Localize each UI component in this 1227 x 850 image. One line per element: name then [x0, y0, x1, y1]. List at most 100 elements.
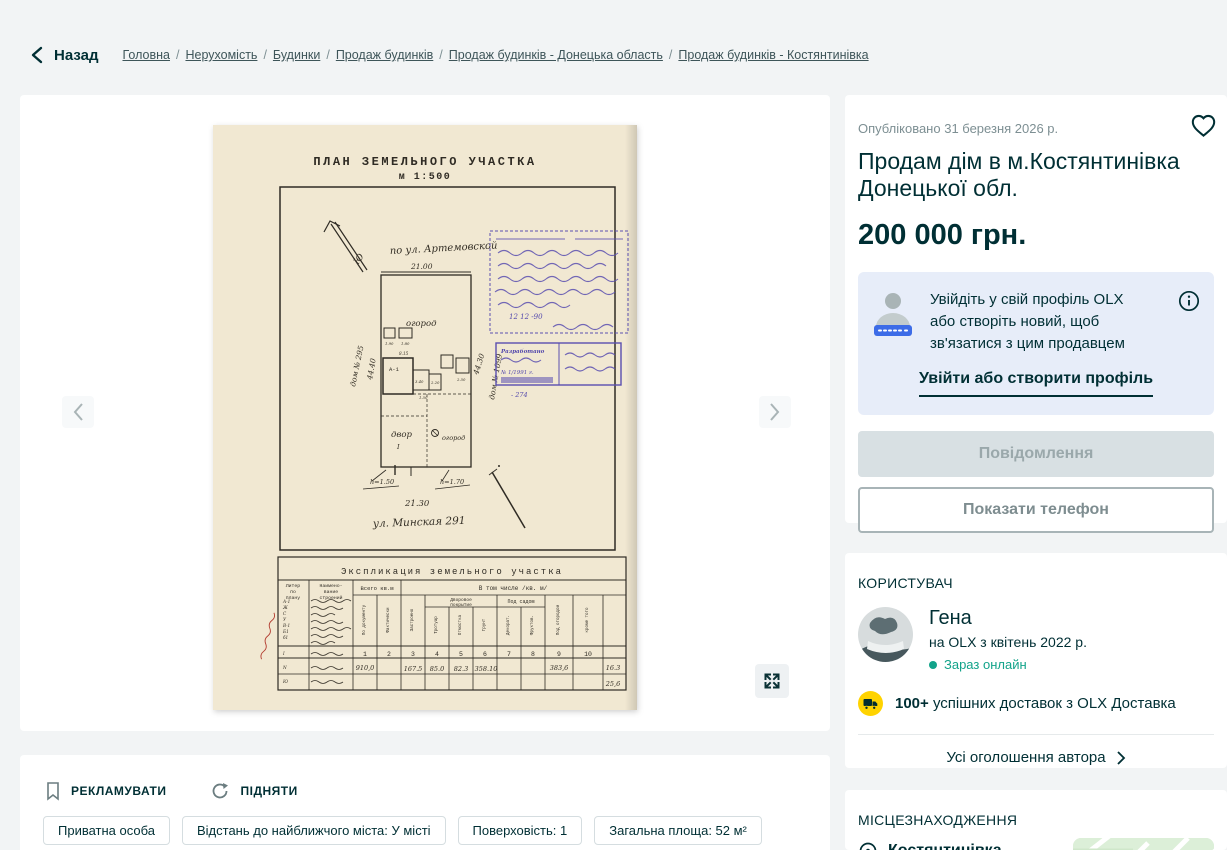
plan-num-2: 1.80: [401, 341, 410, 346]
fullscreen-button[interactable]: [755, 664, 789, 698]
map-preview[interactable]: [1073, 838, 1214, 850]
delivery-count: 100+: [895, 695, 929, 712]
yard-roman: I: [396, 443, 400, 451]
person-silhouette-icon: [872, 289, 914, 339]
seller-row: Гена на OLX з квітень 2022 р. Зараз онла…: [858, 607, 1214, 672]
table-rot-8: Под огородом: [557, 604, 561, 635]
dim-bottom: 21.30: [404, 499, 430, 509]
favorite-button[interactable]: [1190, 113, 1217, 141]
plan-num-1: 1.90: [385, 341, 394, 346]
show-phone-button[interactable]: Показати телефон: [858, 487, 1214, 533]
dim-house: 8.15: [399, 351, 409, 356]
back-label: Назад: [54, 47, 98, 64]
seller-name: Гена: [929, 607, 1087, 630]
dim-top: 21.00: [410, 262, 433, 271]
house-label: А-1: [389, 366, 400, 373]
plan-num-5: 1.50: [419, 395, 428, 400]
table-rot-0: По документу: [363, 604, 367, 635]
table-val-blind: 82.3: [454, 665, 468, 673]
all-seller-ads-link[interactable]: Усі оголошення автора: [845, 749, 1227, 766]
table-col-name-2: вание: [324, 590, 339, 595]
table-col-total: Всего кв.м: [360, 585, 394, 592]
table-val-garden: 383,6: [550, 664, 569, 672]
plan-num-6: 2.50: [456, 377, 466, 382]
breadcrumb-separator: /: [176, 48, 179, 62]
breadcrumb-link-house-sale[interactable]: Продаж будинків: [336, 48, 433, 62]
back-chevron-icon: [30, 46, 44, 64]
delivery-text: 100+ успішних доставок з OLX Доставка: [895, 695, 1176, 712]
table-num-9: 9: [557, 651, 561, 658]
location-city: Костянтинівка: [888, 842, 1002, 850]
table-col-liter-1: Литер: [286, 583, 301, 589]
login-prompt-row: Увійдіть у свій профіль OLX або створіть…: [872, 289, 1200, 354]
stamp-note: 12 12 -90: [509, 313, 543, 321]
raise-label: ПІДНЯТИ: [240, 784, 297, 798]
table-liter-9: Ю: [282, 679, 288, 684]
breadcrumb-link-region[interactable]: Продаж будинків - Донецька область: [449, 48, 663, 62]
fullscreen-expand-icon: [763, 672, 781, 690]
map-roads: [1073, 838, 1214, 850]
login-link[interactable]: Увійти або створити профіль: [872, 370, 1200, 397]
table-num-5: 5: [459, 651, 463, 658]
table-num-7: 7: [507, 651, 511, 658]
breadcrumb-link-houses[interactable]: Будинки: [273, 48, 320, 62]
raise-button[interactable]: ПІДНЯТИ: [210, 781, 297, 801]
advertise-button[interactable]: РЕКЛАМУВАТИ: [45, 781, 166, 801]
topbar: Назад Головна / Нерухомість / Будинки / …: [30, 46, 869, 64]
breadcrumb-link-realty[interactable]: Нерухомість: [185, 48, 257, 62]
breadcrumb-link-home[interactable]: Головна: [122, 48, 170, 62]
divider: [858, 734, 1214, 735]
ad-actions-card: РЕКЛАМУВАТИ ПІДНЯТИ Приватна особа Відст…: [20, 755, 830, 850]
tag-floors: Поверховість: 1: [458, 816, 583, 845]
garden-label-2: огород: [442, 434, 465, 442]
document-edge-shade: [625, 125, 637, 710]
table-val-built: 167.5: [404, 665, 423, 673]
breadcrumb-link-city[interactable]: Продаж будинків - Костянтинівка: [678, 48, 868, 62]
table-rot-9: кроме того: [586, 607, 590, 633]
table-num-4: 4: [435, 651, 439, 658]
info-icon: [1178, 290, 1200, 312]
yard-label: двор: [391, 430, 412, 440]
online-dot: [929, 661, 937, 669]
plan-document-image[interactable]: ПЛАН ЗЕМЕЛЬНОГО УЧАСТКА м 1:500 Ю по ул.…: [213, 125, 637, 710]
seller-online-status: Зараз онлайн: [929, 657, 1087, 672]
table-title: Экспликация земельного участка: [341, 567, 563, 577]
table-liter-1: Ж: [282, 605, 288, 610]
table-val-other: 16.3: [606, 664, 620, 672]
photo-gallery-card: ПЛАН ЗЕМЕЛЬНОГО УЧАСТКА м 1:500 Ю по ул.…: [20, 95, 830, 731]
table-rot-5: Грунт: [483, 618, 487, 631]
refresh-icon: [210, 781, 230, 801]
listing-info-card: Опубліковано 31 березня 2026 р. Продам д…: [845, 95, 1227, 523]
tag-distance: Відстань до найближчого міста: У місті: [182, 816, 446, 845]
table-num-3: 3: [411, 651, 415, 658]
bookmark-icon: [45, 781, 61, 801]
seller-details: Гена на OLX з квітень 2022 р. Зараз онла…: [929, 607, 1087, 672]
gallery-prev-button[interactable]: [62, 396, 94, 428]
tag-area: Загальна площа: 52 м²: [594, 816, 762, 845]
ad-price: 200 000 грн.: [858, 219, 1214, 252]
table-col-garden: Под садом: [507, 599, 534, 605]
ad-title: Продам дім в м.Костянтинівка Донецької о…: [858, 148, 1188, 202]
location-card: МІСЦЕЗНАХОДЖЕННЯ Костянтинівка: [845, 790, 1227, 850]
table-num-10: 10: [584, 651, 592, 658]
olx-listing-page: Назад Головна / Нерухомість / Будинки / …: [0, 0, 1227, 850]
promo-row: РЕКЛАМУВАТИ ПІДНЯТИ: [45, 781, 830, 801]
gallery-next-button[interactable]: [759, 396, 791, 428]
seller-avatar[interactable]: [858, 607, 913, 662]
seller-card: КОРИСТУВАЧ Гена на OLX з квітень 2022 р.…: [845, 553, 1227, 768]
mini-avatar: [872, 289, 914, 354]
info-button[interactable]: [1178, 290, 1200, 315]
message-button[interactable]: Повідомлення: [858, 431, 1214, 477]
back-button[interactable]: Назад: [30, 46, 98, 64]
breadcrumb-separator: /: [669, 48, 672, 62]
plan-num-3: 3.40: [415, 379, 424, 384]
table-liter-8: N: [282, 665, 287, 670]
plan-scale: м 1:500: [399, 172, 452, 183]
chevron-left-icon: [71, 402, 85, 422]
table-val-total: 910,0: [356, 664, 375, 672]
table-rot-1: Фактически: [386, 607, 391, 633]
plan-title: ПЛАН ЗЕМЕЛЬНОГО УЧАСТКА: [313, 155, 536, 169]
login-prompt-box: Увійдіть у свій профіль OLX або створіть…: [858, 272, 1214, 414]
table-liter-4: В-1: [282, 623, 290, 628]
stamp-extra: - 274: [511, 391, 528, 399]
